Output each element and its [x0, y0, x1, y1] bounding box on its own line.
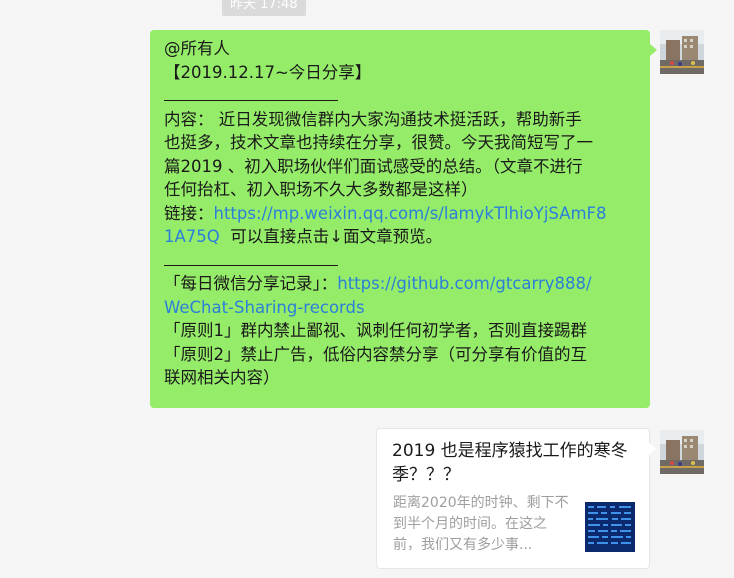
- message-bubble[interactable]: @所有人 【2019.12.17~今日分享】 内容： 近日发现微信群内大家沟通技…: [150, 30, 657, 408]
- separator: [164, 249, 638, 273]
- message-line: 也挺多，技术文章也持续在分享，很赞。今天我简短写了一: [164, 133, 593, 152]
- record-label: 「每日微信分享记录」：: [164, 274, 338, 293]
- message-line: 【2019.12.17~今日分享】: [164, 62, 372, 82]
- avatar-photo-icon: [660, 30, 704, 74]
- chat-timestamp: 昨天 17:48: [222, 0, 306, 16]
- avatar-photo-icon: [660, 430, 704, 474]
- message-line: 联网相关内容）: [164, 368, 280, 387]
- article-link-continued[interactable]: 1A75Q: [164, 227, 220, 246]
- sender-avatar[interactable]: [660, 430, 704, 474]
- message-line: 「原则2」禁止广告，低俗内容禁分享（可分享有价值的互: [164, 344, 587, 364]
- message-line: 篇2019 、初入职场伙伴们面试感受的总结。（文章不进行: [164, 156, 583, 176]
- message-line: 「原则1」群内禁止鄙视、讽刺任何初学者，否则直接踢群: [164, 321, 587, 340]
- github-link-continued[interactable]: WeChat-Sharing-records: [164, 298, 365, 317]
- preview-hint: 可以直接点击↓面文章预览。: [230, 227, 443, 246]
- message-line: 链接：https://mp.weixin.qq.com/s/lamykTlhio…: [164, 202, 638, 226]
- message-line: @所有人: [164, 39, 230, 58]
- github-link[interactable]: https://github.com/gtcarry888/: [337, 274, 591, 293]
- message-line: 1A75Q 可以直接点击↓面文章预览。: [164, 225, 638, 249]
- card-title: 2019 也是程序猿找工作的寒冬季？？？: [392, 441, 628, 485]
- separator: [164, 84, 638, 108]
- card-thumbnail-icon: [585, 502, 635, 552]
- message-line: 内容： 近日发现微信群内大家沟通技术挺活跃，帮助新手: [164, 109, 582, 129]
- message-line: 任何抬杠、初入职场不久大多数都是这样）: [164, 180, 478, 199]
- message-line: 「每日微信分享记录」：https://github.com/gtcarry888…: [164, 272, 638, 296]
- link-label: 链接：: [164, 203, 214, 223]
- card-description: 距离2020年的时钟、剩下不到半个月的时间。在这之前，我们又有多少事...: [393, 495, 569, 553]
- message-line: WeChat-Sharing-records: [164, 296, 638, 320]
- sender-avatar[interactable]: [660, 30, 704, 74]
- article-card[interactable]: 2019 也是程序猿找工作的寒冬季？？？ 距离2020年的时钟、剩下不到半个月的…: [376, 428, 656, 569]
- article-link[interactable]: https://mp.weixin.qq.com/s/lamykTlhioYjS…: [214, 204, 607, 223]
